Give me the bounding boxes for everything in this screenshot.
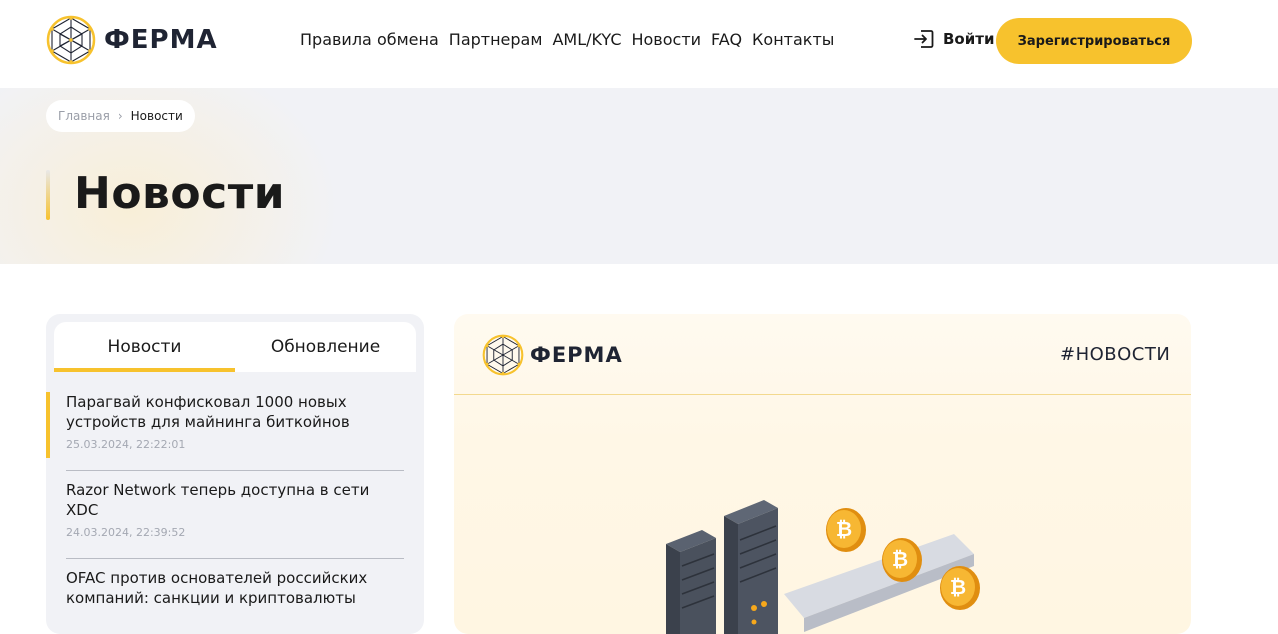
- tab-news[interactable]: Новости: [54, 322, 235, 372]
- tab-updates[interactable]: Обновление: [235, 322, 416, 372]
- mining-servers-illustration: ₿ ₿ ₿: [666, 500, 980, 634]
- news-title: Парагвай конфисковал 1000 новых устройст…: [66, 393, 350, 431]
- news-date: 24.03.2024, 22:39:52: [66, 526, 186, 539]
- nav-partners[interactable]: Партнерам: [449, 30, 543, 49]
- news-sidebar: Новости Обновление Парагвай конфисковал …: [46, 314, 424, 634]
- svg-text:₿: ₿: [892, 547, 908, 571]
- logo-text: ФЕРМА: [104, 25, 218, 55]
- bitcoin-coin-icon: ₿: [826, 508, 866, 552]
- article-tag: #НОВОСТИ: [1060, 344, 1171, 365]
- sidebar-tabs: Новости Обновление: [54, 322, 416, 372]
- breadcrumb: Главная › Новости: [46, 100, 195, 132]
- bitcoin-coin-icon: ₿: [940, 566, 980, 610]
- nav-contacts[interactable]: Контакты: [752, 30, 834, 49]
- login-label: Войти: [943, 30, 995, 48]
- news-title: OFAC против основателей российских компа…: [66, 569, 368, 607]
- nav-faq[interactable]: FAQ: [711, 30, 742, 49]
- geodesic-sphere-icon: [482, 334, 524, 376]
- news-list: Парагвай конфисковал 1000 новых устройст…: [46, 386, 424, 634]
- bitcoin-coin-icon: ₿: [882, 538, 922, 582]
- breadcrumb-current: Новости: [130, 109, 183, 123]
- nav-exchange-rules[interactable]: Правила обмена: [300, 30, 439, 49]
- article-header: ФЕРМА #НОВОСТИ: [454, 314, 1191, 395]
- server-rack-icon: [724, 500, 778, 634]
- article-logo-text: ФЕРМА: [530, 343, 623, 367]
- news-title: Razor Network теперь доступна в сети XDC: [66, 481, 370, 519]
- list-item[interactable]: Парагвай конфисковал 1000 новых устройст…: [46, 386, 424, 474]
- article-preview[interactable]: ФЕРМА #НОВОСТИ ₿ ₿ ₿: [454, 314, 1191, 634]
- list-item[interactable]: OFAC против основателей российских компа…: [46, 562, 424, 634]
- geodesic-sphere-icon: [46, 15, 96, 65]
- breadcrumb-home[interactable]: Главная: [58, 109, 110, 123]
- site-logo[interactable]: ФЕРМА: [46, 15, 218, 65]
- page-hero: Главная › Новости Новости: [0, 88, 1278, 264]
- nav-news[interactable]: Новости: [631, 30, 701, 49]
- divider: [66, 470, 404, 471]
- svg-text:₿: ₿: [950, 575, 966, 599]
- page-title: Новости: [74, 168, 286, 219]
- server-rack-icon: [666, 530, 716, 634]
- news-date: 25.03.2024, 22:22:01: [66, 438, 186, 451]
- list-item[interactable]: Razor Network теперь доступна в сети XDC…: [46, 474, 424, 562]
- nav-aml-kyc[interactable]: AML/KYC: [552, 30, 621, 49]
- login-icon: [914, 30, 934, 48]
- svg-text:₿: ₿: [836, 517, 852, 541]
- title-accent-bar: [46, 170, 50, 220]
- register-button[interactable]: Зарегистрироваться: [996, 18, 1192, 64]
- article-logo: ФЕРМА: [482, 334, 623, 376]
- divider: [66, 558, 404, 559]
- chevron-right-icon: ›: [117, 109, 123, 123]
- login-link[interactable]: Войти: [913, 28, 994, 50]
- site-header: ФЕРМА Правила обмена Партнерам AML/KYC Н…: [0, 0, 1278, 88]
- main-nav: Правила обмена Партнерам AML/KYC Новости…: [300, 30, 834, 49]
